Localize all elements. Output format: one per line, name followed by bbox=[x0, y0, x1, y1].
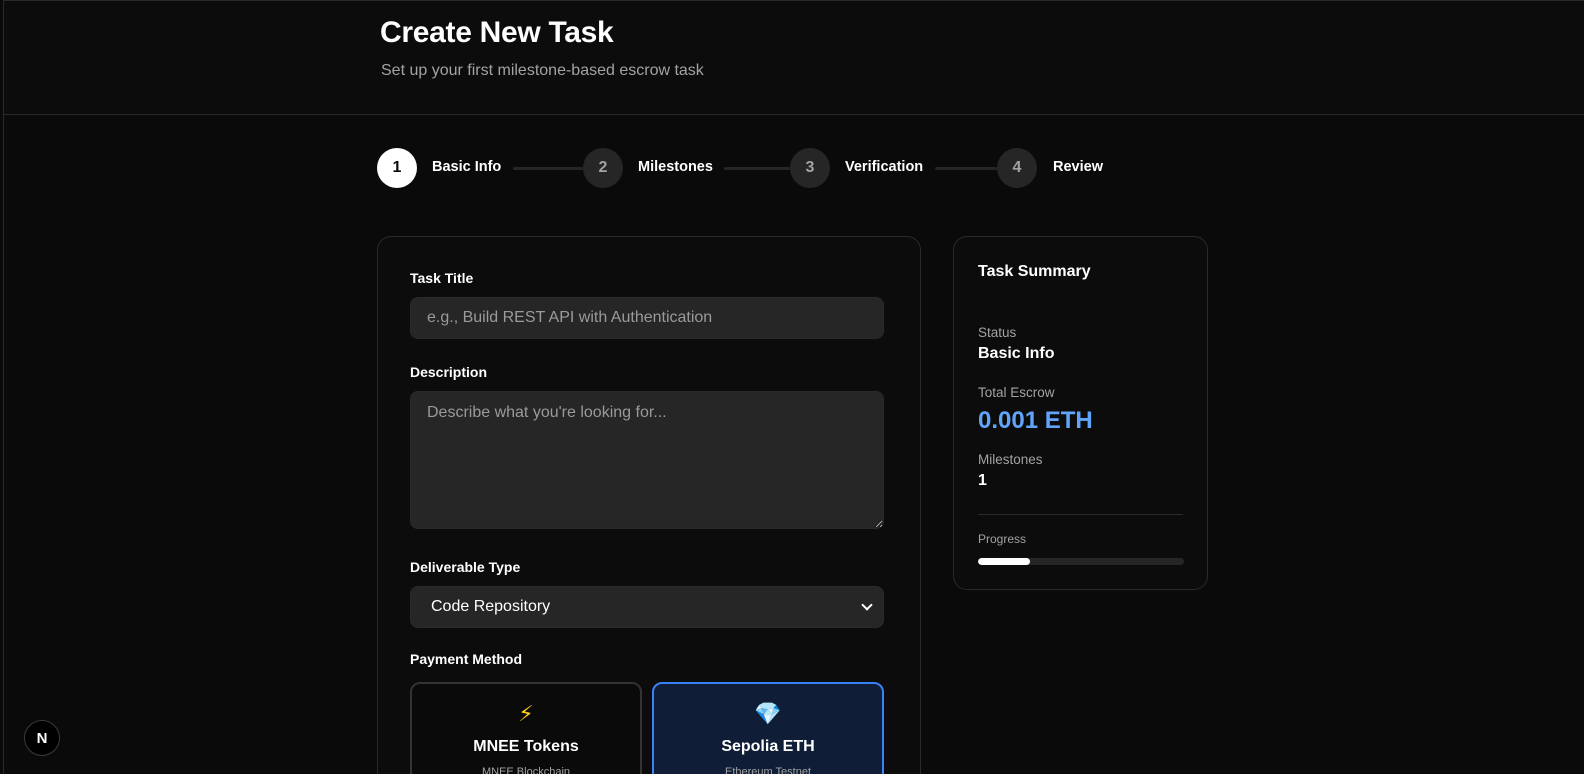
step-connector bbox=[935, 167, 997, 170]
payment-option-subtitle: MNEE Blockchain bbox=[481, 766, 571, 774]
task-title-label: Task Title bbox=[410, 270, 474, 286]
chevron-down-icon bbox=[861, 599, 873, 611]
description-label: Description bbox=[410, 364, 488, 380]
progress-bar-fill bbox=[978, 558, 1030, 565]
task-title-input[interactable] bbox=[410, 297, 884, 339]
payment-option-title: MNEE Tokens bbox=[473, 738, 579, 755]
total-escrow-value: 0.001 ETH bbox=[978, 407, 1093, 434]
step-4-label: Review bbox=[1053, 159, 1103, 175]
step-1-circle[interactable]: 1 bbox=[377, 148, 417, 188]
progress-label: Progress bbox=[978, 532, 1027, 546]
payment-method-label: Payment Method bbox=[410, 651, 523, 667]
total-escrow-label: Total Escrow bbox=[978, 385, 1055, 400]
task-form-card: Task Title Description Deliverable Type … bbox=[377, 236, 921, 774]
payment-option-mnee[interactable]: ⚡ MNEE Tokens MNEE Blockchain bbox=[410, 682, 642, 774]
payment-option-subtitle: Ethereum Testnet bbox=[724, 766, 811, 774]
divider bbox=[978, 514, 1183, 515]
step-2-circle[interactable]: 2 bbox=[583, 148, 623, 188]
step-3-circle[interactable]: 3 bbox=[790, 148, 830, 188]
status-value: Basic Info bbox=[978, 345, 1055, 362]
gem-icon: 💎 bbox=[754, 701, 782, 726]
step-connector bbox=[724, 167, 790, 170]
step-progress: 1 Basic Info 2 Milestones 3 Verification… bbox=[377, 148, 1117, 188]
deliverable-type-select[interactable]: Code Repository bbox=[410, 586, 884, 628]
deliverable-type-label: Deliverable Type bbox=[410, 559, 521, 575]
page-header: Create New Task Set up your first milest… bbox=[4, 1, 1584, 115]
step-3-label: Verification bbox=[845, 159, 924, 175]
task-summary-card: Task Summary Status Basic Info Total Esc… bbox=[953, 236, 1208, 590]
payment-option-title: Sepolia ETH bbox=[721, 738, 815, 755]
description-textarea[interactable] bbox=[410, 391, 884, 529]
nextjs-logo-icon[interactable]: N bbox=[24, 720, 60, 756]
step-2-label: Milestones bbox=[638, 159, 713, 175]
page-title: Create New Task bbox=[380, 16, 614, 49]
page-subtitle: Set up your first milestone-based escrow… bbox=[381, 62, 704, 79]
step-4-circle[interactable]: 4 bbox=[997, 148, 1037, 188]
step-connector bbox=[513, 167, 583, 170]
summary-title: Task Summary bbox=[978, 263, 1091, 280]
payment-option-sepolia[interactable]: 💎 Sepolia ETH Ethereum Testnet bbox=[652, 682, 884, 774]
milestones-label: Milestones bbox=[978, 452, 1043, 467]
lightning-bolt-icon: ⚡ bbox=[518, 701, 534, 726]
deliverable-type-value: Code Repository bbox=[431, 598, 551, 615]
progress-bar bbox=[978, 558, 1184, 565]
status-label: Status bbox=[978, 325, 1017, 340]
milestones-count: 1 bbox=[978, 472, 987, 489]
step-1-label: Basic Info bbox=[432, 159, 502, 175]
